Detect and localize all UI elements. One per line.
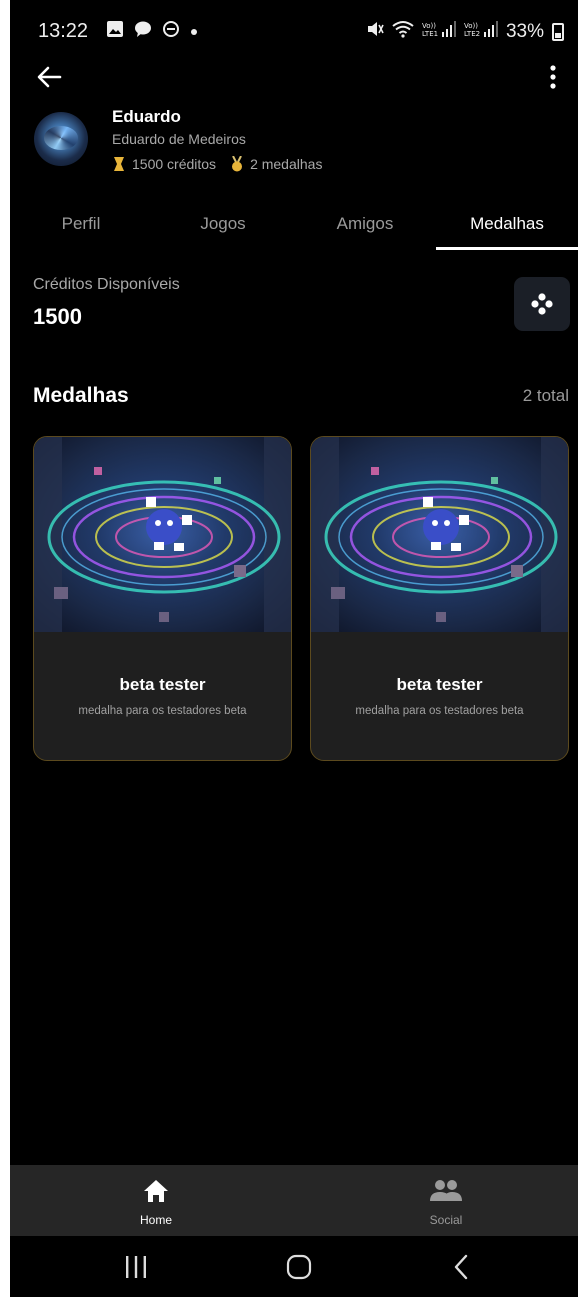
nav-home[interactable]: Home	[66, 1165, 246, 1236]
svg-text:Vo)): Vo))	[464, 22, 478, 30]
signal-lte2-icon: Vo)) LTE2	[464, 20, 498, 44]
medal-name: beta tester	[396, 675, 483, 694]
battery-icon	[552, 23, 564, 41]
signal-lte1-icon: Vo)) LTE1	[422, 20, 456, 44]
app-screen: 13:22 Vo)) LTE1 Vo)) LTE2 33% Eduardo Ed…	[10, 0, 578, 1297]
medals-total-count: 2 total	[522, 386, 569, 405]
nav-social[interactable]: Social	[356, 1165, 536, 1236]
profile-stats: 1500 créditos 2 medalhas	[112, 155, 323, 172]
system-nav-bar	[10, 1236, 578, 1297]
tab-amigos[interactable]: Amigos	[294, 200, 436, 252]
medal-image	[311, 437, 568, 632]
people-icon	[430, 1180, 462, 1201]
profile-tabs: Perfil Jogos Amigos Medalhas	[10, 200, 578, 252]
tab-medalhas[interactable]: Medalhas	[436, 200, 578, 252]
credits-value: 1500	[33, 304, 82, 329]
tab-jogos[interactable]: Jogos	[152, 200, 294, 252]
nav-home-label: Home	[139, 1213, 172, 1227]
medal-description: medalha para os testadores beta	[78, 705, 247, 717]
avatar[interactable]	[34, 112, 88, 166]
wifi-icon	[392, 20, 414, 44]
dnd-icon	[162, 20, 180, 43]
medal-description: medalha para os testadores beta	[355, 705, 524, 717]
tab-perfil[interactable]: Perfil	[10, 200, 152, 252]
medals-section-title: Medalhas	[33, 384, 129, 407]
back-button-icon[interactable]	[452, 1254, 470, 1280]
home-button-icon[interactable]	[286, 1254, 312, 1280]
gallery-icon	[106, 20, 124, 43]
status-bar: 13:22 Vo)) LTE1 Vo)) LTE2 33%	[10, 0, 578, 56]
medal-name: beta tester	[119, 675, 206, 694]
bottom-nav: Home Social	[10, 1165, 578, 1236]
medal-card[interactable]: beta tester medalha para os testadores b…	[310, 436, 569, 761]
dot-icon	[190, 23, 198, 41]
svg-text:LTE1: LTE1	[422, 30, 438, 38]
credits-count-text: 1500 créditos	[132, 156, 217, 172]
svg-text:Vo)): Vo))	[422, 22, 436, 30]
home-icon	[144, 1180, 168, 1202]
nav-social-label: Social	[429, 1213, 463, 1227]
recent-apps-icon[interactable]	[124, 1254, 148, 1280]
credits-label: Créditos Disponíveis	[33, 276, 180, 293]
profile-name: Eduardo	[112, 107, 181, 126]
medals-count-text: 2 medalhas	[250, 156, 323, 172]
more-vert-icon[interactable]	[544, 62, 562, 92]
svg-text:LTE2: LTE2	[464, 30, 480, 38]
mute-icon	[366, 20, 384, 44]
game-button[interactable]	[514, 277, 570, 331]
trophy-icon	[112, 156, 126, 172]
profile-full-name: Eduardo de Medeiros	[112, 131, 246, 147]
medal-icon	[230, 155, 244, 172]
gamepad-icon	[531, 293, 553, 315]
battery-percent: 33%	[505, 21, 544, 42]
back-arrow-icon[interactable]	[34, 62, 64, 92]
chat-icon	[134, 20, 152, 43]
medal-image	[34, 437, 291, 632]
medal-card[interactable]: beta tester medalha para os testadores b…	[33, 436, 292, 761]
status-time: 13:22	[38, 20, 89, 42]
